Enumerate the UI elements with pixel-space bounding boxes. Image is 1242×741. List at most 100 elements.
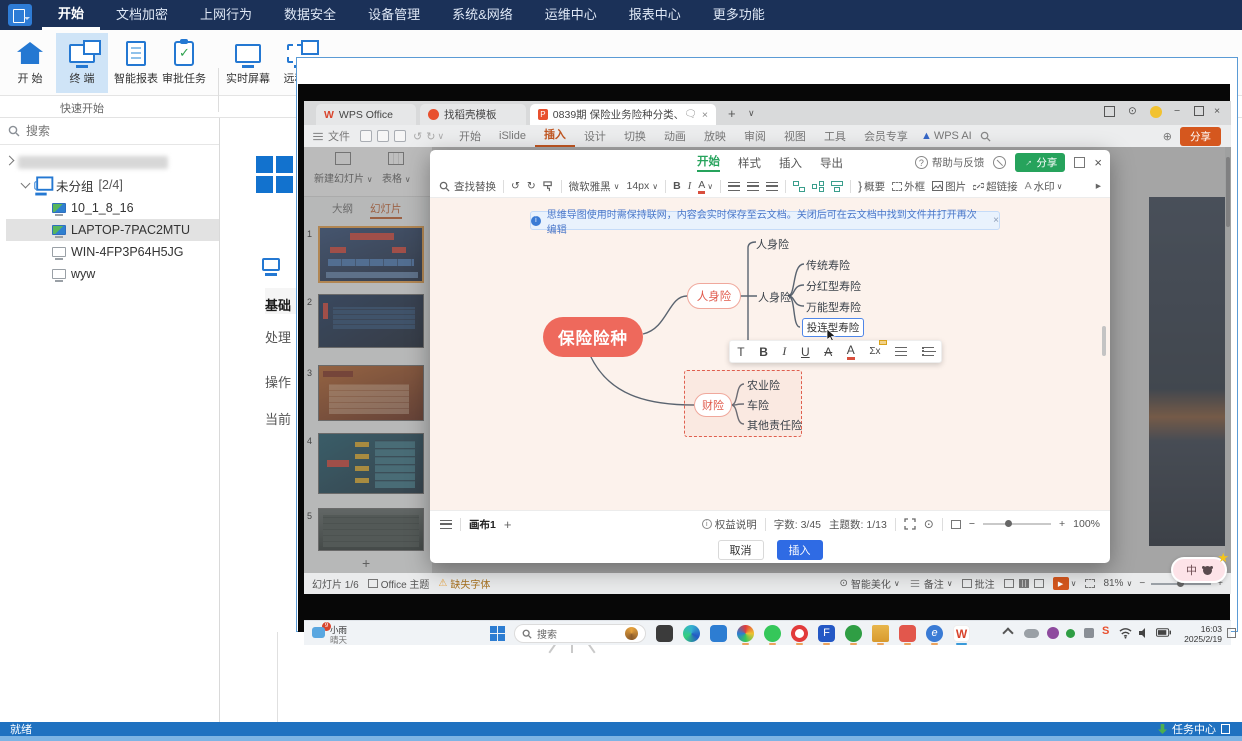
wps-menu-start[interactable]: 开始 [450,128,490,144]
strikethrough-button[interactable]: A [824,345,832,359]
search-input[interactable] [26,124,186,138]
zoom-value[interactable]: 81% [1103,578,1123,589]
wps-menu-animation[interactable]: 动画 [655,128,695,144]
battery-icon[interactable] [1156,628,1171,637]
purple-tray-icon[interactable] [1047,627,1059,639]
wps-menu-view[interactable]: 视图 [775,128,815,144]
tab-layout-icon[interactable] [1104,106,1115,120]
tree-root-redacted[interactable] [4,151,219,173]
cancel-button[interactable]: 取消 [717,540,764,560]
print-icon[interactable] [377,130,389,142]
mindmap-node[interactable]: 人身险 [756,236,789,252]
mindmap-canvas[interactable]: i 思维导图使用时需保持联网，内容会实时保存至云文档。关闭后可在云文档中找到文件… [430,198,1110,510]
sorter-view-icon[interactable] [1018,579,1029,588]
terminal-button[interactable]: 终 端 [56,33,108,93]
redo-icon[interactable]: ↻ [527,180,536,192]
wps-menu-slideshow[interactable]: 放映 [695,128,735,144]
wps-tab-docer[interactable]: 找稻壳模板 [420,104,526,125]
fit-window-icon[interactable] [1085,579,1096,588]
rights-link[interactable]: i 权益说明 [701,517,757,532]
zoom-chevron-icon[interactable]: ∨ [1126,579,1132,588]
structure-icon-3[interactable] [831,180,844,192]
taskbar-app-leaf[interactable] [845,625,862,642]
menu-doc-encrypt[interactable]: 文档加密 [100,0,184,30]
notification-center-icon[interactable] [1227,628,1236,638]
start-button[interactable]: 开 始 [4,33,56,93]
mute-icon[interactable] [990,153,1010,172]
bullet-list-icon[interactable] [895,347,908,356]
undo-icon[interactable]: ↺ [511,180,520,192]
format-painter-icon[interactable] [542,180,554,192]
dialog-share-button[interactable]: → 分享 [1015,153,1066,172]
tray-clock[interactable]: 16:03 2025/2/19 [1176,624,1222,644]
wps-share-button[interactable]: 分享 [1180,126,1221,146]
hyperlink-button[interactable]: 超链接 [973,179,1018,194]
zoom-out-button[interactable]: − [969,518,975,530]
wps-menu-file[interactable]: 文件 [328,128,350,144]
ribbon-search-icon[interactable] [980,131,991,142]
summary-button[interactable]: } 概要 [858,179,885,194]
menu-web-behavior[interactable]: 上网行为 [184,0,268,30]
missing-font-warning[interactable]: ⚠ 缺失字体 [438,576,490,591]
taskbar-search[interactable]: 搜索 [514,624,646,643]
taskbar-app-folder[interactable] [872,625,889,642]
close-icon[interactable]: × [1214,105,1220,117]
wifi-icon[interactable] [1119,627,1132,639]
restore-icon[interactable] [1194,106,1204,119]
mindmap-node[interactable]: 传统寿险 [806,257,850,273]
menu-report-center[interactable]: 报表中心 [613,0,697,30]
play-chevron-icon[interactable]: ∨ [1071,579,1077,588]
minimap-icon[interactable] [950,519,961,529]
align-center-icon[interactable] [747,181,760,191]
speaker-icon[interactable] [1138,627,1150,639]
menu-home[interactable]: 开始 [42,0,101,30]
play-button[interactable]: ▶ [1052,577,1069,590]
device-item[interactable]: 10_1_8_16 [6,197,219,219]
bold-button[interactable]: B [673,180,681,192]
sidebar-search[interactable] [0,118,219,145]
device-item[interactable]: WIN-4FP3P64H5JG [6,241,219,263]
log-icon[interactable] [1221,724,1230,734]
menu-ops-center[interactable]: 运维中心 [529,0,613,30]
wps-menu-review[interactable]: 审阅 [735,128,775,144]
more-chevron-icon[interactable]: ∨ [437,131,444,142]
account-avatar[interactable] [1150,106,1162,118]
zoom-in-button[interactable]: + [1059,518,1065,530]
reading-view-icon[interactable] [1033,579,1044,588]
mindmap-root-node[interactable]: 保险险种 [543,317,643,357]
dialog-close-icon[interactable]: × [1094,155,1102,170]
panel-item[interactable]: 当前 [265,409,291,428]
menu-data-security[interactable]: 数据安全 [268,0,352,30]
wps-menu-islide[interactable]: iSlide [490,130,535,142]
taskbar-app-red[interactable] [899,625,916,642]
realtime-screen-button[interactable]: 实时屏幕 [222,33,274,93]
zoom-out-button[interactable]: − [1139,578,1145,589]
taskbar-app-green[interactable] [764,625,781,642]
dialog-tab-style[interactable]: 样式 [738,155,761,171]
panel-item[interactable]: 基础 [265,295,291,314]
taskbar-app-store[interactable] [710,625,727,642]
tree-group-ungrouped[interactable]: 未分组 [2/4] [6,173,219,197]
toolbar-overflow-icon[interactable]: ▸ [1096,180,1101,192]
wps-tab-home[interactable]: W WPS Office [316,104,416,125]
wps-menu-tools[interactable]: 工具 [815,128,855,144]
smart-report-button[interactable]: 智能报表 [110,33,162,93]
taskbar-app-edge[interactable] [683,625,700,642]
comment-bubble-icon[interactable]: 🗨 [684,109,697,120]
s-tray-icon[interactable]: S [1102,625,1109,637]
structure-icon-2[interactable] [812,180,825,192]
menu-system-network[interactable]: 系统&网络 [436,0,529,30]
minimize-icon[interactable]: − [1174,105,1180,117]
tab-close-icon[interactable]: × [702,109,708,121]
find-replace-button[interactable]: 查找替换 [439,179,496,194]
save-icon[interactable] [360,130,372,142]
canvas-tab[interactable]: 画布1 [469,517,496,532]
fit-screen-icon[interactable] [904,518,916,530]
feedback-plus-icon[interactable]: ⊕ [1163,130,1172,143]
wps-tab-active[interactable]: P 0839期 保险业务险种分类、人 🗨 × [530,104,716,125]
app-logo-icon[interactable] [8,4,32,26]
approval-task-button[interactable]: 审批任务 [158,33,210,93]
wps-menu-transition[interactable]: 切换 [615,128,655,144]
comments-button[interactable]: 批注 [961,576,995,591]
underline-button[interactable]: U [801,345,810,359]
